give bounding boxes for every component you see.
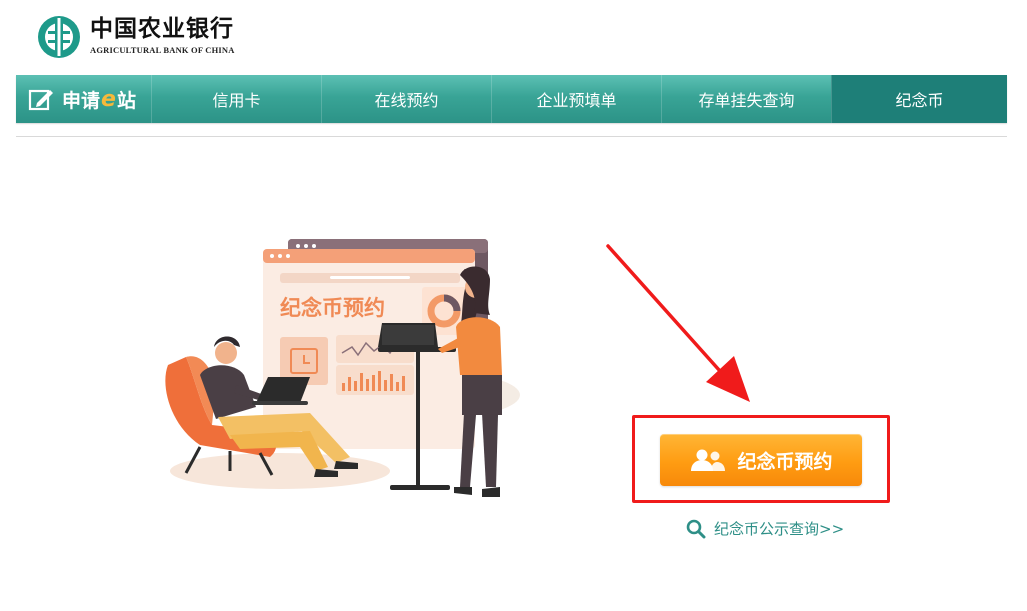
abc-logo-icon <box>38 16 80 58</box>
nav-item-commemorative-coin[interactable]: 纪念币 <box>831 75 1007 123</box>
nav-item-label: 纪念币 <box>895 91 944 110</box>
users-icon <box>691 449 726 471</box>
bank-name-en: AGRICULTURAL BANK OF CHINA <box>90 45 235 55</box>
nav-divider <box>16 136 1007 137</box>
coin-announcement-query-link[interactable]: 纪念币公示查询>> <box>686 518 844 539</box>
bank-logo[interactable]: 中国农业银行 AGRICULTURAL BANK OF CHINA <box>36 14 235 60</box>
nav-brand-e: e <box>101 86 116 112</box>
nav-item-enterprise-prefill[interactable]: 企业预填单 <box>491 75 661 123</box>
coin-announcement-query-label: 纪念币公示查询>> <box>714 520 845 538</box>
red-arrow-icon <box>606 244 750 402</box>
main-nav: 申请 e 站 信用卡 在线预约 企业预填单 存单挂失查询 纪念币 <box>16 75 1007 123</box>
nav-brand-prefix: 申请 <box>62 89 101 112</box>
nav-brand-suffix: 站 <box>116 89 136 112</box>
nav-item-label: 企业预填单 <box>536 91 617 110</box>
nav-item-label: 信用卡 <box>212 91 261 110</box>
search-icon <box>686 519 706 538</box>
coin-appointment-button[interactable]: 纪念币预约 <box>660 434 862 486</box>
coin-appointment-illustration: 纪念币预约 <box>165 239 520 497</box>
nav-item-online-appointment[interactable]: 在线预约 <box>321 75 491 123</box>
bank-name-cn: 中国农业银行 <box>90 15 234 42</box>
nav-item-credit-card[interactable]: 信用卡 <box>151 75 321 123</box>
illustration-title: 纪念币预约 <box>280 296 385 320</box>
nav-item-deposit-loss-query[interactable]: 存单挂失查询 <box>661 75 831 123</box>
nav-item-label: 存单挂失查询 <box>698 91 795 110</box>
nav-brand-apply-e-station[interactable]: 申请 e 站 <box>16 75 151 123</box>
page: 中国农业银行 AGRICULTURAL BANK OF CHINA 申请 e 站… <box>0 0 1027 611</box>
edit-form-icon <box>28 89 53 111</box>
nav-item-label: 在线预约 <box>374 91 439 110</box>
coin-appointment-label: 纪念币预约 <box>737 450 833 473</box>
